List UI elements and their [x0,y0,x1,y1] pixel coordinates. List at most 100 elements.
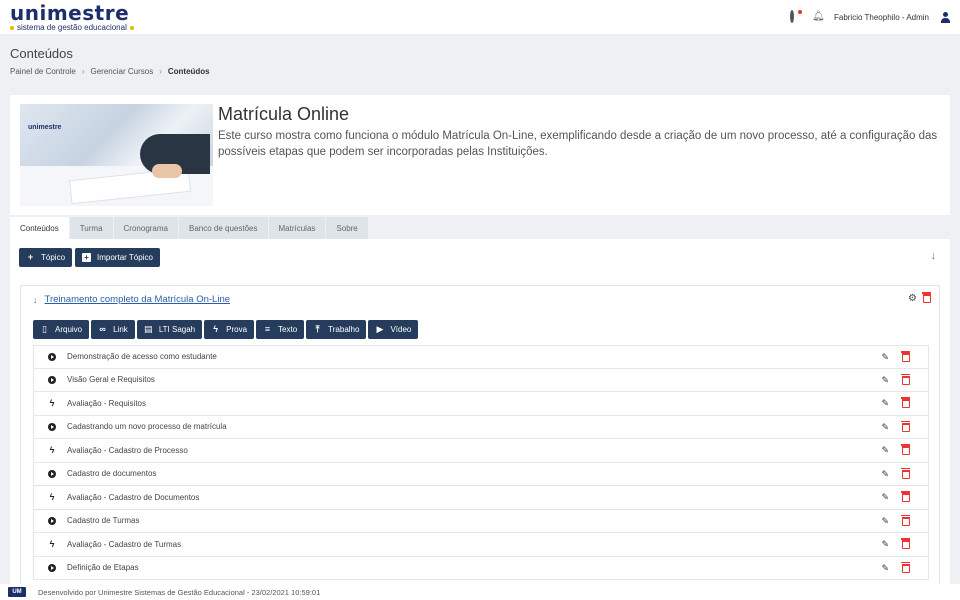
list-item-label: Cadastro de Turmas [67,516,140,526]
item-actions: ✎ [881,397,910,409]
tab-turma[interactable]: Turma [69,217,114,239]
logo-dot [10,25,14,30]
add-prova-button[interactable]: ϟ Prova [204,320,255,339]
plus-square-icon: + [82,253,92,262]
tab-matriculas[interactable]: Matrículas [268,217,327,239]
list-item[interactable]: ϟ Avaliação - Cadastro de Documentos ✎ [33,486,929,510]
trash-icon[interactable] [901,397,910,408]
topic-title-link[interactable]: Treinamento completo da Matrícula On-Lin… [45,294,231,305]
breadcrumb-item-gerenciar-cursos[interactable]: Gerenciar Cursos [91,67,154,76]
add-link-button[interactable]: ∞ Link [91,320,135,339]
trash-icon[interactable] [901,514,910,526]
add-lti-sagah-button[interactable]: ▤ LTI Sagah [136,320,203,339]
pencil-icon[interactable]: ✎ [881,375,889,386]
file-icon: ▯ [42,324,47,334]
item-actions: ✎ [881,420,910,433]
list-item-label: Visão Geral e Requisitos [67,375,155,385]
breadcrumb-item-current: Conteúdos [167,67,210,76]
trash-icon[interactable] [901,373,910,385]
trash-icon[interactable] [922,292,931,303]
pencil-icon[interactable]: ✎ [881,492,889,503]
list-item[interactable]: ϟ Avaliação - Requisitos ✎ [33,392,929,416]
pencil-icon[interactable]: ✎ [881,539,889,550]
list-item[interactable]: Cadastro de documentos ✎ [33,462,929,486]
bolt-icon: ϟ [49,539,55,550]
link-icon: ∞ [99,324,106,334]
add-topic-label: Tópico [41,253,66,262]
topic-toolbar: + Tópico + Importar Tópico [19,248,160,267]
add-trabalho-button[interactable]: ⤒ Trabalho [306,320,367,339]
gear-icon[interactable]: ⚙ [908,293,917,304]
list-item-label: Avaliação - Cadastro de Processo [67,445,188,455]
notification-status-icon[interactable] [789,10,802,23]
top-bar-right: 🔔︎ Fabricio Theophilo - Admin [789,10,950,23]
footer-text: Desenvolvido por Unimestre Sistemas de G… [38,587,321,597]
add-arquivo-label: Arquivo [55,325,83,334]
bolt-icon: ϟ [213,324,219,334]
arrow-down-icon[interactable]: ↓ [931,250,937,262]
pencil-icon[interactable]: ✎ [881,352,889,363]
bolt-icon: ϟ [49,398,55,409]
play-circle-icon [48,422,56,431]
topic-items-list: Demonstração de acesso como estudante ✎ Vi… [33,345,929,580]
list-item-label: Demonstração de acesso como estudante [67,352,217,362]
list-item-label: Avaliação - Cadastro de Documentos [67,492,200,502]
item-actions: ✎ [881,491,910,503]
course-card: unimestre Matrícula Online Este curso mo… [10,95,950,215]
add-link-label: Link [113,325,128,334]
list-item[interactable]: Demonstração de acesso como estudante ✎ [33,345,929,369]
list-item[interactable]: Cadastro de Turmas ✎ [33,509,929,533]
trash-icon[interactable] [901,538,910,549]
pencil-icon[interactable]: ✎ [881,516,889,527]
add-texto-button[interactable]: ≡ Texto [256,320,305,339]
trash-icon[interactable] [901,351,910,362]
import-topic-button[interactable]: + Importar Tópico [75,248,160,267]
user-icon[interactable] [941,11,950,23]
text-file-icon: ≡ [264,324,271,334]
pencil-icon[interactable]: ✎ [881,563,889,574]
item-actions: ✎ [881,514,910,527]
add-arquivo-button[interactable]: ▯ Arquivo [33,320,90,339]
trash-icon[interactable] [901,561,910,573]
play-circle-icon [48,352,56,361]
pencil-icon[interactable]: ✎ [881,445,889,456]
tab-conteudos[interactable]: Conteúdos [10,217,70,239]
play-circle-icon [48,375,56,384]
course-image-brand: unimestre [28,124,62,131]
trash-icon[interactable] [901,420,910,432]
course-title: Matrícula Online [218,104,350,124]
pencil-icon[interactable]: ✎ [881,469,889,480]
bell-icon[interactable]: 🔔︎ [812,12,825,22]
breadcrumb-item-painel[interactable]: Painel de Controle [10,67,76,76]
list-item[interactable]: ϟ Avaliação - Cadastro de Processo ✎ [33,439,929,463]
list-item[interactable]: ϟ Avaliação - Cadastro de Turmas ✎ [33,533,929,557]
play-circle-icon [48,469,56,478]
tab-cronograma[interactable]: Cronograma [113,217,179,239]
add-topic-button[interactable]: + Tópico [19,248,73,267]
add-content-toolbar: ▯ Arquivo ∞ Link ▤ LTI Sagah ϟ Prova ≡ Texto … [33,320,419,339]
add-video-button[interactable]: ▶ Vídeo [368,320,419,339]
list-item[interactable]: Definição de Etapas ✎ [33,556,929,580]
add-texto-label: Texto [278,325,298,334]
upload-icon: ⤒ [315,324,320,334]
page-title: Conteúdos [10,46,73,61]
arrow-down-icon[interactable]: ↓ [33,295,38,305]
book-icon: ▤ [144,324,153,334]
import-topic-label: Importar Tópico [97,253,153,262]
trash-icon[interactable] [901,491,910,502]
pencil-icon[interactable]: ✎ [881,398,889,409]
chevron-right-icon: › [159,67,162,76]
trash-icon[interactable] [901,444,910,455]
unimestre-logo[interactable]: unimestre sistema de gestão educacional [10,3,134,32]
pencil-icon[interactable]: ✎ [881,422,889,433]
logo-tagline-row: sistema de gestão educacional [10,22,134,32]
user-name[interactable]: Fabricio Theophilo - Admin [834,13,929,22]
logo-tagline: sistema de gestão educacional [17,22,127,32]
tab-banco-de-questoes[interactable]: Banco de questões [179,217,269,239]
list-item[interactable]: Cadastrando um novo processo de matrícul… [33,415,929,439]
list-item-label: Avaliação - Requisitos [67,398,147,408]
list-item[interactable]: Visão Geral e Requisitos ✎ [33,368,929,392]
list-item-label: Avaliação - Cadastro de Turmas [67,539,182,549]
tab-sobre[interactable]: Sobre [326,217,369,239]
trash-icon[interactable] [901,467,910,479]
